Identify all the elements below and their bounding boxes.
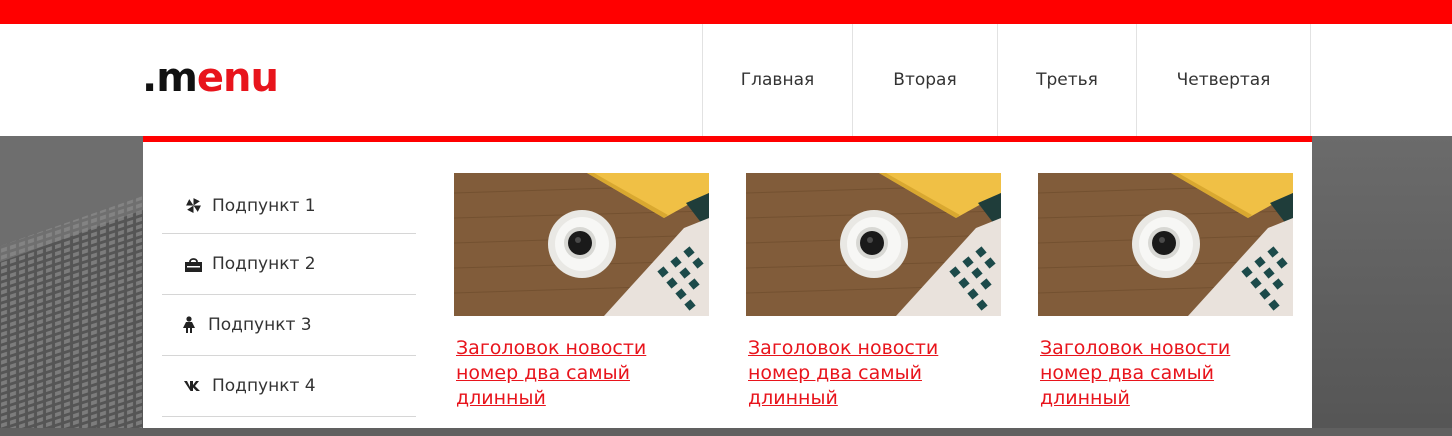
news-card: Заголовок новости номер два самый длинны… bbox=[1038, 173, 1293, 411]
main-nav: Главная Вторая Третья Четвертая bbox=[702, 24, 1311, 136]
site-header: . m enu Главная Вторая Третья Четвертая bbox=[0, 24, 1452, 136]
coffee-laptop-desk-photo bbox=[1038, 173, 1293, 316]
logo-text: enu bbox=[196, 55, 279, 101]
logo-dot: . bbox=[142, 55, 157, 101]
vk-icon bbox=[182, 380, 204, 392]
submenu-item-1[interactable]: Подпункт 1 bbox=[162, 178, 416, 234]
background-photo-right bbox=[1312, 136, 1452, 436]
news-card: Заголовок новости номер два самый длинны… bbox=[454, 173, 709, 411]
nav-item-label: Главная bbox=[740, 70, 815, 90]
news-thumbnail[interactable] bbox=[1038, 173, 1293, 316]
submenu-item-3[interactable]: Подпункт 3 bbox=[162, 295, 416, 356]
coffee-laptop-desk-photo bbox=[454, 173, 709, 316]
background-photo bbox=[0, 136, 143, 436]
woman-icon bbox=[178, 316, 200, 334]
logo-m: m bbox=[156, 55, 198, 101]
submenu-item-4[interactable]: Подпункт 4 bbox=[162, 356, 416, 417]
top-accent-stripe bbox=[0, 0, 1452, 24]
mega-menu-dropdown: Подпункт 1 Подпункт 2 Подпункт 3 Подпунк… bbox=[143, 136, 1312, 428]
news-title-link[interactable]: Заголовок новости номер два самый длинны… bbox=[746, 336, 1001, 411]
site-logo[interactable]: . m enu bbox=[142, 55, 279, 101]
nav-item-second[interactable]: Вторая bbox=[852, 24, 997, 136]
submenu-item-2[interactable]: Подпункт 2 bbox=[162, 234, 416, 295]
nav-item-third[interactable]: Третья bbox=[997, 24, 1136, 136]
news-thumbnail[interactable] bbox=[746, 173, 1001, 316]
pinwheel-icon bbox=[182, 197, 204, 214]
news-title-link[interactable]: Заголовок новости номер два самый длинны… bbox=[1038, 336, 1293, 411]
shopping-bag-icon bbox=[182, 256, 204, 273]
news-title-link[interactable]: Заголовок новости номер два самый длинны… bbox=[454, 336, 709, 411]
submenu-item-label: Подпункт 3 bbox=[208, 315, 312, 335]
nav-item-fourth[interactable]: Четвертая bbox=[1136, 24, 1311, 136]
submenu-list: Подпункт 1 Подпункт 2 Подпункт 3 Подпунк… bbox=[162, 178, 416, 417]
news-card: Заголовок новости номер два самый длинны… bbox=[746, 173, 1001, 411]
submenu-item-label: Подпункт 2 bbox=[212, 254, 316, 274]
submenu-item-label: Подпункт 4 bbox=[212, 376, 316, 396]
nav-item-label: Вторая bbox=[893, 70, 957, 90]
background-stadium-seats bbox=[0, 136, 143, 436]
coffee-laptop-desk-photo bbox=[746, 173, 1001, 316]
submenu-item-label: Подпункт 1 bbox=[212, 195, 316, 216]
nav-item-label: Третья bbox=[1036, 70, 1098, 90]
news-thumbnail[interactable] bbox=[454, 173, 709, 316]
nav-item-label: Четвертая bbox=[1176, 70, 1271, 90]
page-bottom-band bbox=[0, 428, 1452, 436]
nav-item-home[interactable]: Главная bbox=[702, 24, 852, 136]
